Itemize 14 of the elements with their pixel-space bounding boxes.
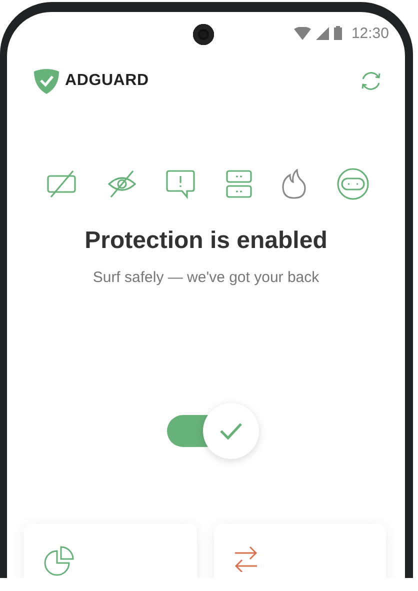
battery-icon bbox=[334, 26, 342, 40]
wifi-icon bbox=[294, 26, 312, 40]
protection-switch[interactable] bbox=[167, 403, 259, 459]
check-icon bbox=[219, 421, 243, 441]
swap-arrows-icon bbox=[234, 546, 258, 572]
status-title: Protection is enabled bbox=[84, 227, 328, 255]
status-time: 12:30 bbox=[351, 24, 389, 42]
refresh-button[interactable] bbox=[359, 69, 383, 93]
pie-chart-icon bbox=[44, 546, 74, 576]
shield-icon bbox=[33, 68, 60, 94]
status-subtitle: Surf safely — we've got your back bbox=[92, 269, 320, 286]
logo-text: ADGUARD bbox=[65, 72, 149, 90]
camera-dot bbox=[193, 24, 214, 45]
signal-icon bbox=[316, 26, 330, 40]
